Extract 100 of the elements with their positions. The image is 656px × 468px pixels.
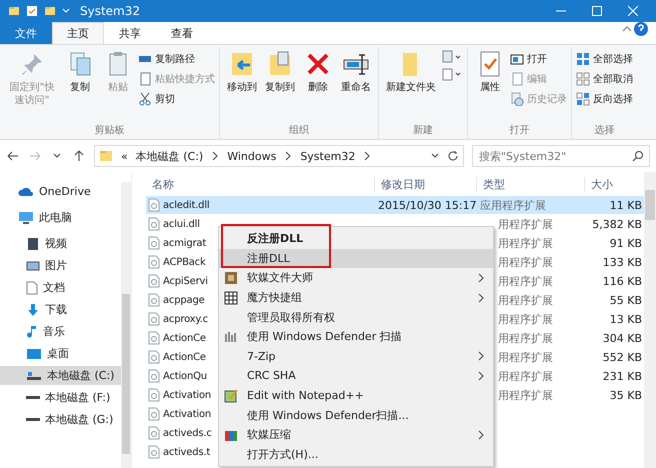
size-cell-text: 133 KB: [602, 256, 642, 268]
menu-item[interactable]: 打开方式(H)...: [219, 444, 493, 464]
computer-icon: [18, 210, 34, 224]
chevron-up-icon: [622, 26, 632, 32]
ribbon-button[interactable]: 属性: [472, 48, 508, 123]
sidebar-item[interactable]: 本地磁盘 (C:): [0, 366, 121, 385]
menu-item[interactable]: Edit with Notepad++: [219, 386, 493, 406]
size-cell-text: 91 KB: [608, 236, 642, 250]
column-header[interactable]: 大小: [584, 177, 642, 192]
ribbon-button[interactable]: 剪切: [138, 90, 215, 107]
menu-item[interactable]: CRC SHA: [219, 366, 493, 386]
scrollbar[interactable]: [121, 182, 131, 468]
ribbon-button[interactable]: 反向选择: [576, 90, 633, 107]
box-icon: [224, 270, 238, 285]
file-icon: [148, 236, 160, 250]
scrollbar[interactable]: [644, 172, 656, 468]
ribbon-button[interactable]: 重命名: [338, 48, 374, 123]
group-label: 组织: [288, 124, 310, 138]
ribbon-button[interactable]: 复制到: [262, 48, 298, 123]
file-name: ActionCe: [163, 332, 206, 344]
search-field[interactable]: 搜索"System32": [472, 145, 650, 167]
file-name: Activation: [163, 390, 212, 400]
menu-item[interactable]: 使用 Windows Defender 扫描: [219, 326, 493, 347]
menu-item[interactable]: 软媒压缩: [219, 424, 493, 445]
ribbon-button[interactable]: 打开: [510, 50, 567, 67]
caret-icon: [53, 153, 61, 159]
new-item-icon: [442, 50, 462, 64]
file-icon: [148, 255, 160, 269]
back-button[interactable]: [6, 149, 20, 163]
type-cell-text: 用程序扩展: [498, 312, 554, 326]
group-label: 打开: [508, 124, 530, 138]
file-icon: [148, 312, 160, 326]
file-tab[interactable]: 文件: [0, 22, 52, 44]
menu-item[interactable]: 使用 Windows Defender扫描...: [219, 405, 493, 425]
ribbon-button[interactable]: 删除: [300, 48, 336, 123]
path-crumb[interactable]: System32: [300, 150, 356, 162]
file-icon: [148, 274, 160, 288]
file-name: aclui.dll: [163, 218, 200, 230]
file-icon: [148, 293, 160, 307]
menu-item[interactable]: 魔方快捷组: [219, 288, 493, 308]
file-name: activeds.c: [163, 428, 212, 438]
scissors-icon: [138, 92, 152, 106]
sidebar-item[interactable]: 视频: [0, 234, 121, 253]
sidebar-item[interactable]: 本地磁盘 (G:): [0, 410, 121, 429]
type-cell-text: 用程序扩展: [498, 330, 554, 346]
ribbon-button[interactable]: 全部选择: [576, 50, 633, 67]
sidebar-item[interactable]: 下载: [0, 300, 121, 319]
new-item-button[interactable]: [441, 50, 463, 64]
menu-item[interactable]: 7-Zip: [219, 346, 493, 366]
address-bar[interactable]: « 本地磁盘 (C:) Windows System32: [94, 145, 464, 167]
file-name: acledit.dll: [163, 200, 210, 210]
ribbon-button[interactable]: 全部取消: [576, 70, 633, 87]
up-button[interactable]: [72, 149, 86, 163]
path-crumb[interactable]: Windows: [227, 150, 276, 162]
ribbon-button[interactable]: 复制路径: [138, 50, 215, 67]
ribbon-button[interactable]: 复制: [62, 48, 98, 123]
up-arrow-icon: [74, 150, 84, 162]
sidebar-item[interactable]: 图片: [0, 256, 121, 275]
easy-access-button[interactable]: [441, 67, 463, 81]
ribbon-button[interactable]: 新建文件夹: [383, 48, 439, 123]
sidebar-item[interactable]: 本地磁盘 (F:): [0, 388, 121, 407]
sidebar-item[interactable]: 文档: [0, 278, 121, 297]
select-none-icon: [576, 72, 590, 86]
sidebar-item[interactable]: 音乐: [0, 322, 121, 341]
column-header[interactable]: 类型: [476, 177, 584, 192]
size-cell-text: 13 KB: [608, 312, 642, 326]
maximize-icon: [592, 6, 602, 16]
chevron-right-icon: [284, 151, 292, 161]
sidebar-item[interactable]: OneDrive: [0, 182, 121, 201]
path-crumb[interactable]: 本地磁盘 (C:): [136, 148, 204, 164]
refresh-icon: [447, 150, 459, 162]
type-cell-text: 用程序扩展: [498, 388, 554, 402]
column-header[interactable]: 修改日期: [374, 177, 476, 192]
file-icon: [148, 445, 160, 459]
menu-item[interactable]: 软媒文件大师: [219, 268, 493, 288]
size-cell-text: 552 KB: [602, 350, 642, 364]
overflow-crumb[interactable]: «: [121, 150, 128, 162]
type-cell-text: 应用程序扩展: [479, 198, 547, 212]
menu-item[interactable]: 管理员取得所有权: [219, 307, 493, 327]
size-cell-text: 11 KB: [608, 198, 642, 212]
notepad-icon: [224, 388, 238, 403]
size-cell-text: 116 KB: [602, 274, 642, 288]
sidebar-item[interactable]: 桌面: [0, 344, 121, 363]
drive-icon: [26, 370, 42, 382]
group-label: 新建: [412, 124, 434, 138]
ribbon-tab[interactable]: 主页: [52, 22, 104, 44]
column-header[interactable]: 名称: [146, 177, 374, 192]
easy-access-icon: [442, 67, 462, 81]
menu-item[interactable]: 反注册DLL: [219, 229, 493, 249]
file-row[interactable]: acledit.dll 2015/10/30 15:17 应用程序扩展 11 KB: [146, 196, 644, 214]
sidebar-item[interactable]: 此电脑: [0, 208, 121, 227]
help-button[interactable]: [634, 22, 648, 36]
drive-icon: [26, 396, 40, 399]
ribbon-button[interactable]: 移动到: [224, 48, 260, 123]
forward-button[interactable]: [28, 149, 42, 163]
drive-icon: [26, 418, 40, 421]
folder-icon: [99, 149, 113, 163]
shortcut-icon: [138, 72, 152, 86]
file-icon: [148, 369, 160, 383]
menu-item[interactable]: 注册DLL: [219, 248, 493, 268]
